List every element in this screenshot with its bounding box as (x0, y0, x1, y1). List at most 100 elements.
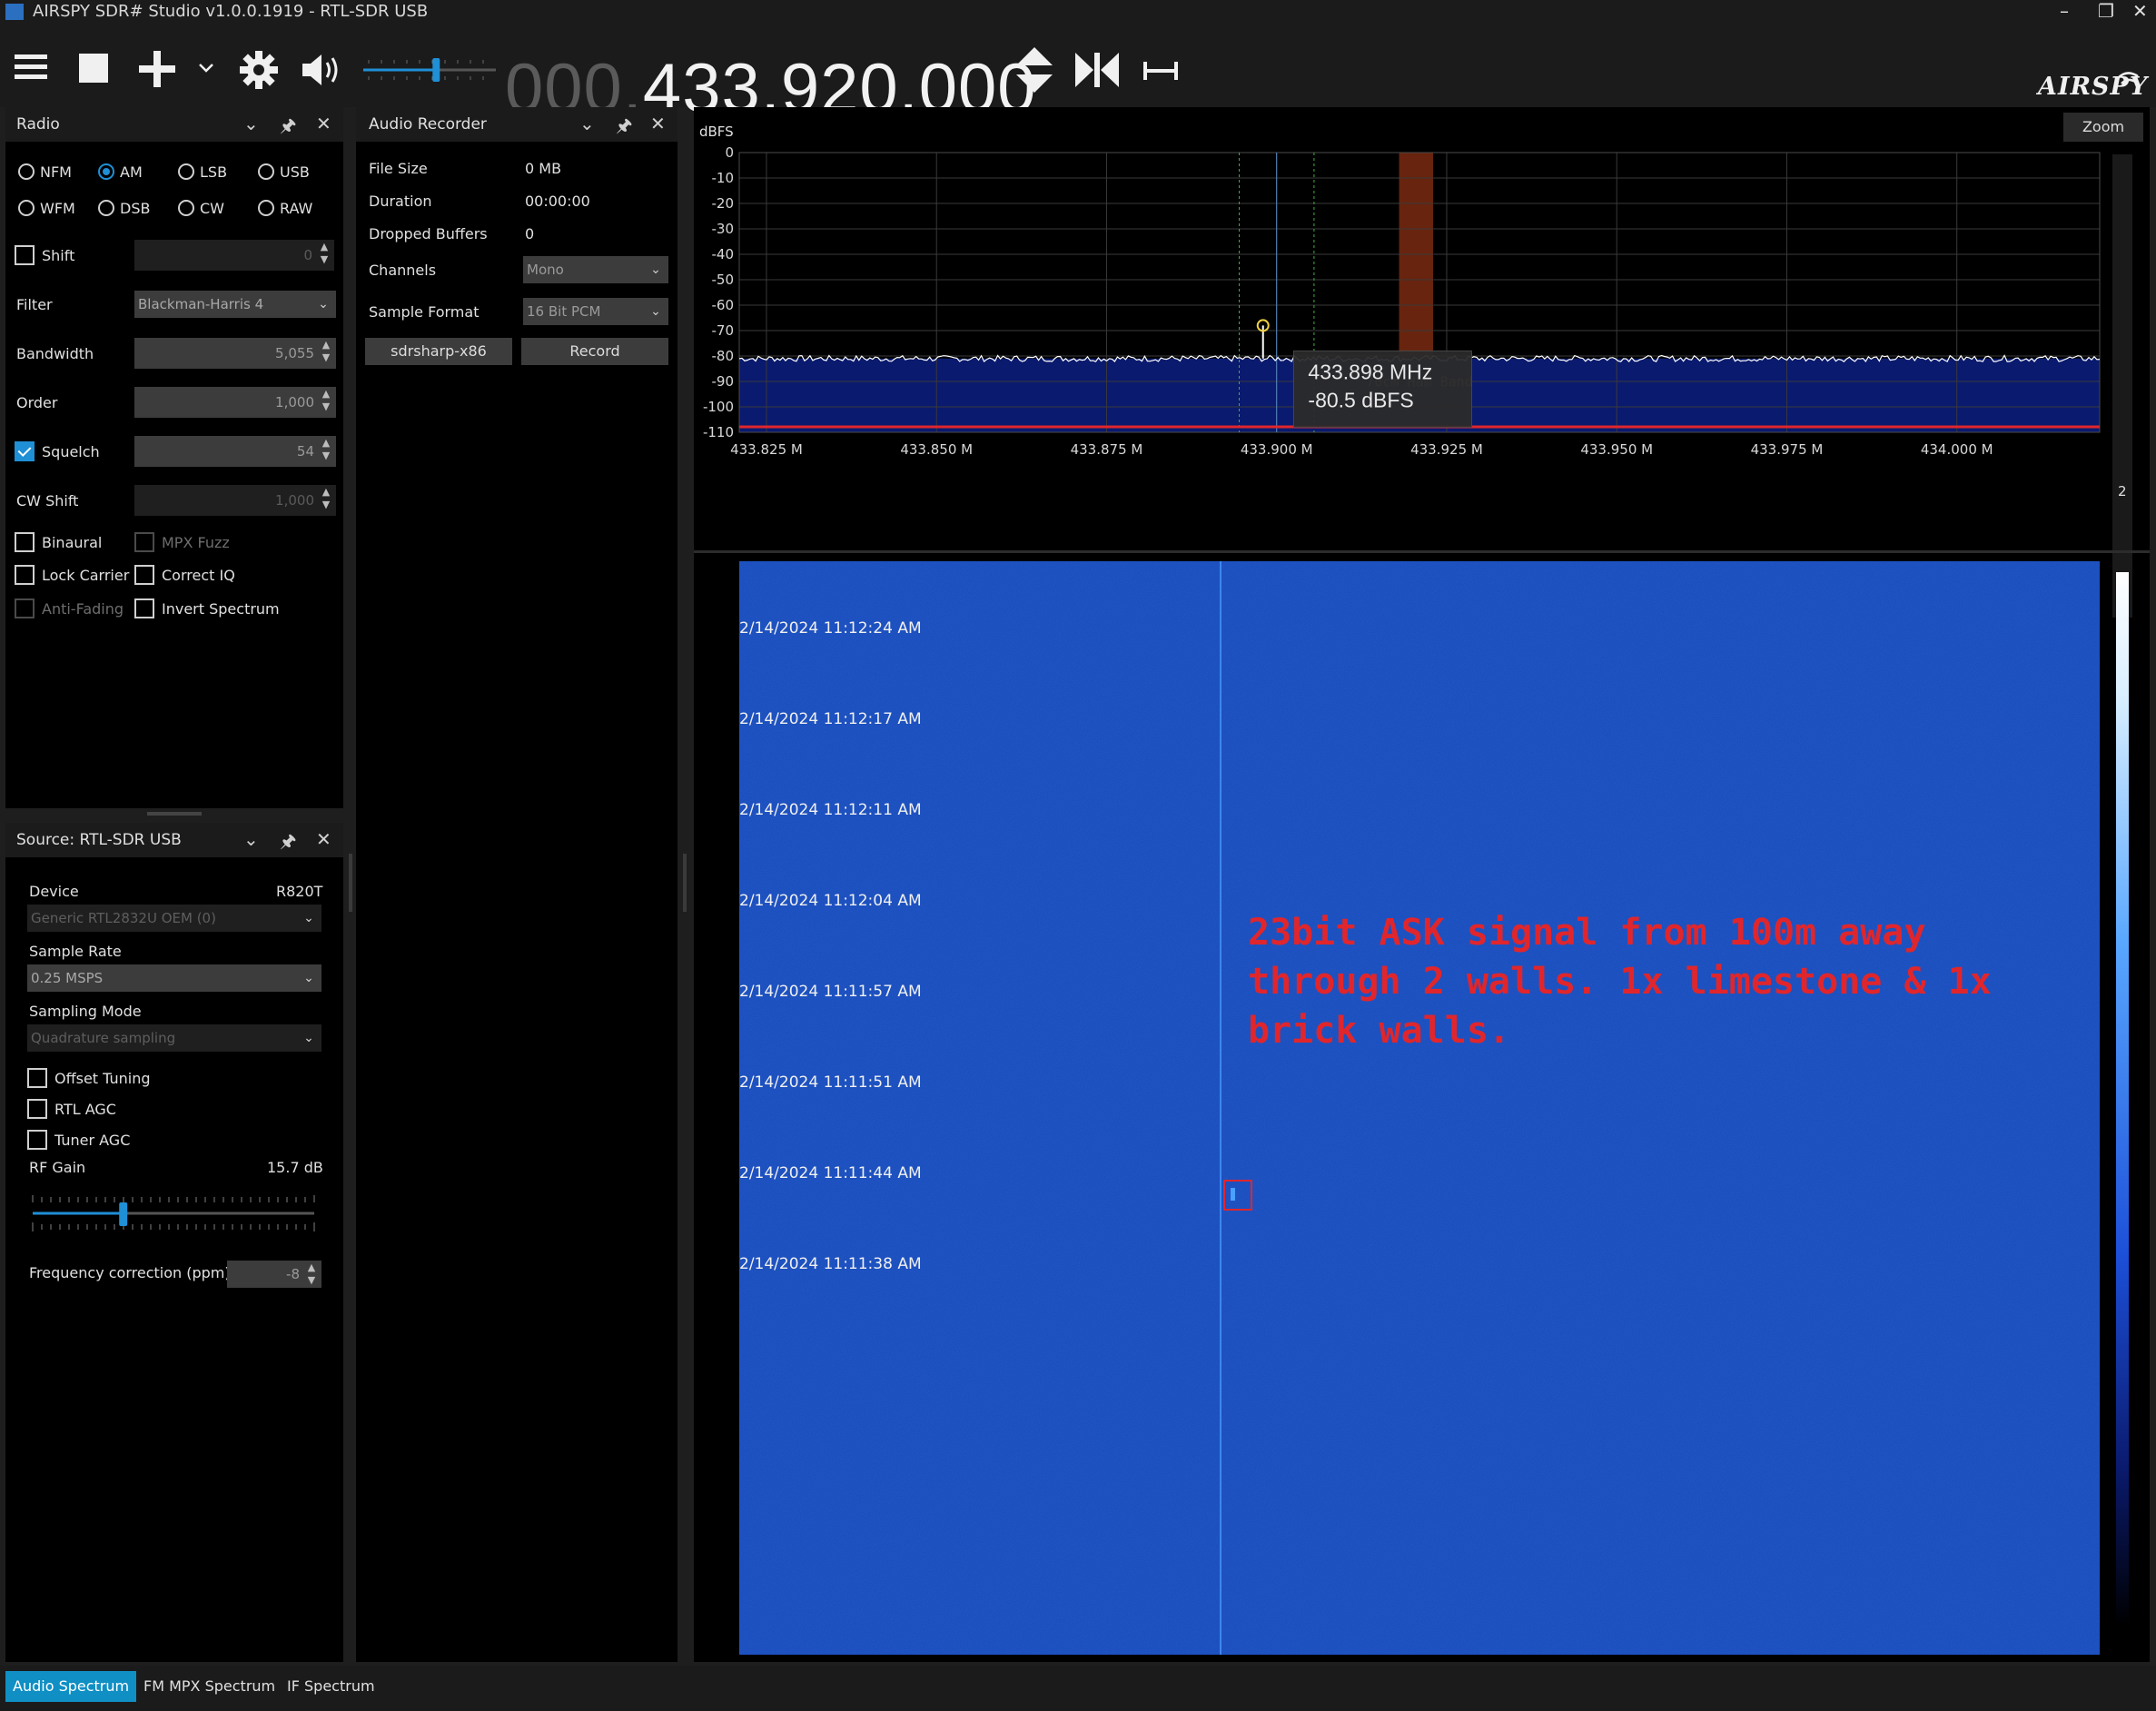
frequency-correction-spinbox[interactable]: -8 ▲ ▼ (227, 1261, 321, 1288)
settings-gear-icon[interactable] (238, 49, 280, 91)
spin-arrows-icon[interactable]: ▲ ▼ (318, 241, 331, 266)
spin-arrows-icon[interactable]: ▲ ▼ (320, 486, 332, 511)
shift-checkbox[interactable] (15, 245, 35, 265)
correct-iq-checkbox[interactable] (134, 565, 154, 585)
rf-gain-slider[interactable] (29, 1192, 325, 1237)
close-panel-icon[interactable]: ✕ (650, 113, 666, 134)
mode-radio-nfm[interactable] (18, 163, 35, 180)
chevron-down-icon[interactable] (198, 62, 214, 74)
squelch-checkbox[interactable] (15, 441, 35, 461)
file-name-button[interactable]: sdrsharp-x86 (365, 338, 512, 365)
y-tick-label: -60 (712, 297, 735, 313)
waterfall-canvas (739, 561, 2100, 1655)
close-panel-icon[interactable]: ✕ (316, 113, 331, 134)
x-tick-label: 433.925 M (1410, 441, 1483, 458)
record-button[interactable]: Record (521, 338, 668, 365)
cw-shift-spinbox[interactable]: 1,000 ▲ ▼ (134, 485, 336, 516)
lock-carrier-checkbox[interactable] (15, 565, 35, 585)
channels-value: Mono (527, 262, 564, 278)
spectrum-plot[interactable]: 0-10-20-30-40-50-60-70-80-90-100-110433.… (694, 107, 2150, 543)
rf-gain-thumb[interactable] (119, 1202, 128, 1226)
stop-icon[interactable] (78, 53, 109, 84)
bandwidth-label: Bandwidth (16, 345, 94, 362)
tuner-agc-checkbox[interactable] (27, 1130, 47, 1150)
y-tick-label: -10 (712, 170, 735, 186)
add-icon[interactable] (138, 51, 176, 87)
spectrum-waterfall-divider[interactable] (694, 550, 2150, 553)
mode-radio-wfm[interactable] (18, 200, 35, 216)
filter-label: Filter (16, 296, 53, 313)
tab-audio-spectrum[interactable]: Audio Spectrum (5, 1671, 137, 1702)
spin-arrows-icon[interactable]: ▲ ▼ (320, 437, 332, 462)
channels-select[interactable]: Mono ⌄ (523, 256, 668, 283)
volume-thumb[interactable] (432, 58, 440, 82)
spin-arrows-icon[interactable]: ▲ ▼ (305, 1261, 318, 1287)
cw-shift-value: 1,000 (275, 492, 314, 509)
device-select[interactable]: Generic RTL2832U OEM (0) ⌄ (27, 905, 321, 932)
collapse-chevron-icon[interactable]: ⌄ (243, 828, 259, 850)
vertical-splitter-handle[interactable] (683, 854, 687, 912)
sample-rate-select[interactable]: 0.25 MSPS ⌄ (27, 964, 321, 992)
volume-slider[interactable] (361, 54, 498, 85)
rf-gain-label: RF Gain (29, 1159, 86, 1176)
collapse-chevron-icon[interactable]: ⌄ (579, 113, 595, 134)
chevron-down-icon[interactable]: ⌄ (311, 291, 336, 318)
collapse-chevron-icon[interactable]: ⌄ (243, 113, 259, 134)
vertical-splitter-handle[interactable] (349, 854, 352, 912)
mode-radio-lsb[interactable] (178, 163, 194, 180)
mode-radio-cw[interactable] (178, 200, 194, 216)
sample-rate-label: Sample Rate (29, 943, 122, 960)
mode-radio-usb[interactable] (258, 163, 274, 180)
tuner-agc-label: Tuner AGC (54, 1132, 131, 1149)
filter-select[interactable]: Blackman-Harris 4 ⌄ (134, 291, 336, 318)
order-spinbox[interactable]: 1,000 ▲ ▼ (134, 387, 336, 418)
mode-radio-am[interactable] (98, 163, 114, 180)
chevron-down-icon[interactable]: ⌄ (296, 964, 321, 992)
sampling-mode-select[interactable]: Quadrature sampling ⌄ (27, 1024, 321, 1052)
spin-arrows-icon[interactable]: ▲ ▼ (320, 388, 332, 413)
mode-label-cw: CW (200, 200, 224, 217)
mpx-fuzz-checkbox[interactable] (134, 532, 154, 552)
close-panel-icon[interactable]: ✕ (316, 828, 331, 850)
squelch-spinbox[interactable]: 54 ▲ ▼ (134, 436, 336, 467)
mode-label-dsb: DSB (120, 200, 151, 217)
pin-icon[interactable]: 🖈 (280, 828, 297, 859)
snap-to-center-icon[interactable] (1073, 49, 1121, 91)
bandwidth-spinbox[interactable]: 5,055 ▲ ▼ (134, 338, 336, 369)
chevron-down-icon[interactable]: ⌄ (643, 256, 668, 283)
tab-if-spectrum[interactable]: IF Spectrum (280, 1671, 382, 1702)
close-icon[interactable]: ✕ (2132, 0, 2148, 22)
shift-value: 0 (303, 247, 312, 263)
audio-recorder-title: Audio Recorder (369, 115, 487, 134)
tab-fm-mpx-spectrum[interactable]: FM MPX Spectrum (136, 1671, 282, 1702)
sample-format-select[interactable]: 16 Bit PCM ⌄ (523, 298, 668, 325)
span-width-icon[interactable] (1142, 60, 1179, 82)
rtl-agc-checkbox[interactable] (27, 1099, 47, 1119)
speaker-icon[interactable] (300, 51, 343, 89)
panel-splitter-handle[interactable] (147, 812, 202, 816)
mode-radio-raw[interactable] (258, 200, 274, 216)
spectrum-scrollbar[interactable] (2112, 154, 2132, 618)
chevron-down-icon[interactable]: ⌄ (643, 298, 668, 325)
sample-rate-value: 0.25 MSPS (31, 970, 104, 986)
minimize-icon[interactable]: – (2060, 0, 2069, 22)
chevron-down-icon[interactable]: ⌄ (296, 905, 321, 932)
pin-icon[interactable]: 🖈 (280, 113, 297, 143)
mode-radio-dsb[interactable] (98, 200, 114, 216)
pin-icon[interactable]: 🖈 (616, 113, 633, 143)
shift-spinbox[interactable]: 0 ▲ ▼ (134, 240, 334, 271)
tune-step-up-down-icon[interactable] (1012, 45, 1057, 94)
waterfall-timestamp: 2/14/2024 11:11:57 AM (739, 983, 922, 1001)
maximize-icon[interactable]: ❐ (2098, 0, 2114, 22)
binaural-checkbox[interactable] (15, 532, 35, 552)
title-bar: AIRSPY SDR# Studio v1.0.0.1919 - RTL-SDR… (0, 0, 2156, 24)
sampling-mode-value: Quadrature sampling (31, 1030, 176, 1046)
spin-arrows-icon[interactable]: ▲ ▼ (320, 339, 332, 364)
invert-spectrum-checkbox[interactable] (134, 598, 154, 618)
waterfall-display[interactable]: 2/14/2024 11:12:24 AM 2/14/2024 11:12:17… (739, 561, 2100, 1655)
anti-fading-checkbox[interactable] (15, 598, 35, 618)
chevron-down-icon[interactable]: ⌄ (296, 1024, 321, 1052)
menu-icon[interactable] (13, 51, 49, 84)
spectrum-panel: dBFS Zoom 0 -10 -20 -30 -40 -50 -60 -70 -80 -90 -1… (694, 107, 2150, 1662)
offset-tuning-checkbox[interactable] (27, 1068, 47, 1088)
